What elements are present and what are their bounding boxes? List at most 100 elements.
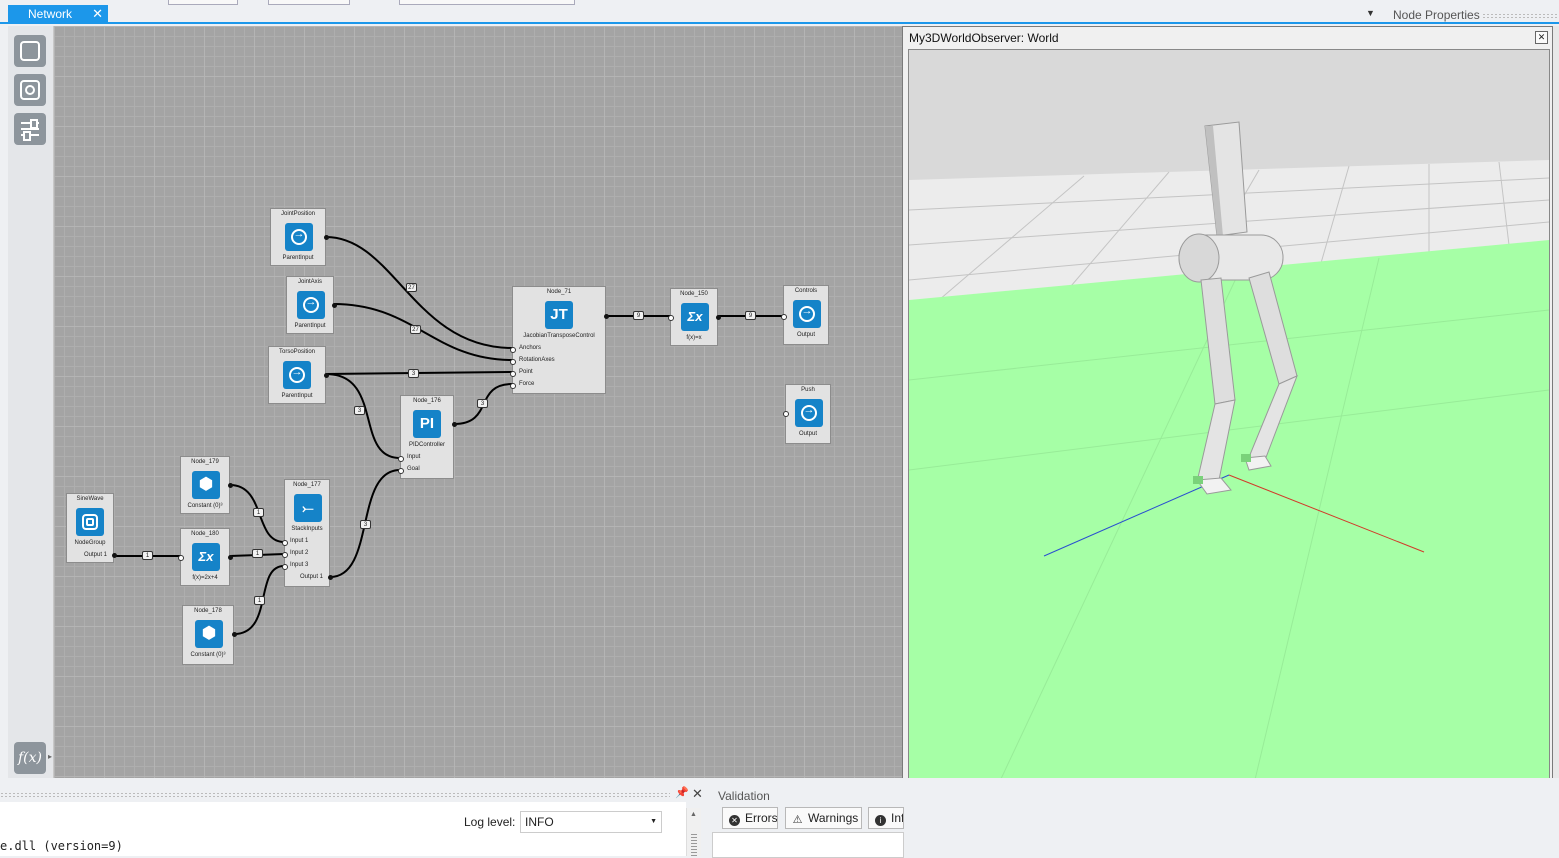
toolbar-box[interactable] <box>268 0 350 5</box>
world-observer-window[interactable]: My3DWorldObserver: World ✕ <box>902 26 1553 852</box>
output-pin[interactable] <box>604 314 609 319</box>
output-pin[interactable] <box>332 303 337 308</box>
port-label: Anchors <box>519 345 542 351</box>
panel-grip[interactable] <box>0 792 670 797</box>
input-pin[interactable] <box>282 540 288 546</box>
tab-network[interactable]: Network ✕ <box>8 5 108 24</box>
wire-badge: 3 <box>408 369 419 378</box>
node-controls[interactable]: Controls Output <box>781 285 829 345</box>
tab-network-label: Network <box>28 7 73 21</box>
node-jacobian-transpose[interactable]: Node_71 JT JacobianTransposeControl Anch… <box>510 286 609 394</box>
panel-grip[interactable] <box>1482 13 1558 18</box>
output-pin[interactable] <box>324 373 329 378</box>
input-pin[interactable] <box>398 456 404 462</box>
output-pin[interactable] <box>452 422 457 427</box>
node-joint-axis[interactable]: JointAxis ParentInput <box>286 276 337 334</box>
node-subtitle: Constant (0)³ <box>187 503 223 509</box>
wire-badge: 3 <box>477 399 488 408</box>
input-pin[interactable] <box>510 359 516 365</box>
settings-button[interactable] <box>14 113 46 145</box>
port-label: Input 2 <box>290 550 309 556</box>
node-subtitle: f(x)=x <box>686 335 702 341</box>
output-pin[interactable] <box>716 315 721 320</box>
chevron-right-icon[interactable]: ▸ <box>48 752 52 761</box>
wire-badge: 27 <box>406 283 417 292</box>
errors-label: Errors <box>745 811 778 825</box>
node-subtitle: ParentInput <box>282 255 314 261</box>
output-pin[interactable] <box>228 483 233 488</box>
close-icon[interactable]: ✕ <box>92 6 103 22</box>
input-pin[interactable] <box>282 564 288 570</box>
output-pin[interactable] <box>324 235 329 240</box>
input-pin[interactable] <box>282 552 288 558</box>
node-title: Node_180 <box>191 531 219 537</box>
wire-badge: 1 <box>142 551 153 560</box>
log-level-value: INFO <box>525 815 554 829</box>
input-pin[interactable] <box>398 468 404 474</box>
wire-badge: 9 <box>745 311 756 320</box>
jt-icon: JT <box>545 301 573 329</box>
node-joint-position[interactable]: JointPosition ParentInput <box>270 208 329 266</box>
pin-icon[interactable]: 📌 <box>675 786 689 799</box>
slider-knob <box>30 119 38 129</box>
output-scrollbar[interactable]: ▲ <box>686 808 701 856</box>
function-button[interactable]: f(x) <box>14 742 46 774</box>
square-icon <box>20 41 40 61</box>
document-tab-strip: Network ✕ ▼ Node Properties <box>0 0 1559 24</box>
node-150[interactable]: Node_150 Σx f(x)=x <box>668 288 721 346</box>
node-sine-wave[interactable]: SineWave NodeGroup Output 1 <box>66 493 117 563</box>
node-torso-position[interactable]: TorsoPosition ParentInput <box>268 346 329 404</box>
slider-knob <box>23 131 31 141</box>
input-pin[interactable] <box>178 555 184 561</box>
network-canvas[interactable]: JointPosition ParentInput JointAxis Pare… <box>54 26 904 778</box>
node-180[interactable]: Node_180 Σx f(x)=2x+4 <box>178 528 233 586</box>
node-subtitle: ParentInput <box>294 323 326 329</box>
input-pin[interactable] <box>783 411 789 417</box>
sum-icon: Σx <box>681 303 709 331</box>
input-pin[interactable] <box>510 371 516 377</box>
input-pin[interactable] <box>668 315 674 321</box>
toolbar-box[interactable] <box>399 0 575 5</box>
node-178[interactable]: Node_178 ⬢ Constant (0)³ <box>182 605 237 665</box>
input-pin[interactable] <box>510 383 516 389</box>
wire <box>325 373 401 459</box>
info-filter-button[interactable]: i Inf <box>868 807 904 829</box>
node-179[interactable]: Node_179 ⬢ Constant (0)³ <box>180 456 233 514</box>
log-level-select[interactable]: INFO ▼ <box>520 811 662 833</box>
node-subtitle: Output <box>798 431 817 437</box>
port-label: Output 1 <box>83 552 107 558</box>
port-label: RotationAxes <box>519 357 555 363</box>
node-subtitle: ParentInput <box>281 393 313 399</box>
log-level-label: Log level: <box>464 815 516 829</box>
close-icon[interactable]: ✕ <box>1535 31 1548 44</box>
node-pid-controller[interactable]: Node_176 PI PIDController Input Goal <box>398 395 457 479</box>
toolbar-box[interactable] <box>168 0 238 5</box>
node-stack-inputs[interactable]: Node_177 ⤚ StackInputs Input 1 Input 2 I… <box>282 479 333 587</box>
output-log-line: e.dll (version=9) <box>0 839 123 853</box>
port-label: Input <box>407 454 421 460</box>
port-label: Force <box>519 381 535 387</box>
input-node-button[interactable] <box>14 74 46 106</box>
node-push[interactable]: Push Output <box>783 384 831 444</box>
3d-viewport[interactable] <box>908 49 1550 848</box>
errors-filter-button[interactable]: ✕ Errors <box>722 807 778 829</box>
output-pin[interactable] <box>112 553 117 558</box>
scroll-up-icon[interactable]: ▲ <box>690 811 697 818</box>
node-title: Node_177 <box>293 482 321 488</box>
warnings-filter-button[interactable]: ⚠ Warnings <box>785 807 862 829</box>
close-icon[interactable]: ✕ <box>692 786 703 802</box>
output-pin[interactable] <box>228 555 233 560</box>
output-pin[interactable] <box>232 632 237 637</box>
wire-badge: 9 <box>633 311 644 320</box>
node-title: Node_71 <box>546 289 572 295</box>
chevron-down-icon[interactable]: ▼ <box>1366 8 1375 18</box>
pi-icon: PI <box>413 410 441 438</box>
output-pin[interactable] <box>328 575 333 580</box>
wire-badge: 1 <box>254 596 265 605</box>
node-group-button[interactable] <box>14 35 46 67</box>
port-label: Input 3 <box>290 562 309 568</box>
input-pin[interactable] <box>510 347 516 353</box>
dot-icon <box>25 85 35 95</box>
input-pin[interactable] <box>781 314 787 320</box>
scroll-grip[interactable] <box>691 834 697 856</box>
